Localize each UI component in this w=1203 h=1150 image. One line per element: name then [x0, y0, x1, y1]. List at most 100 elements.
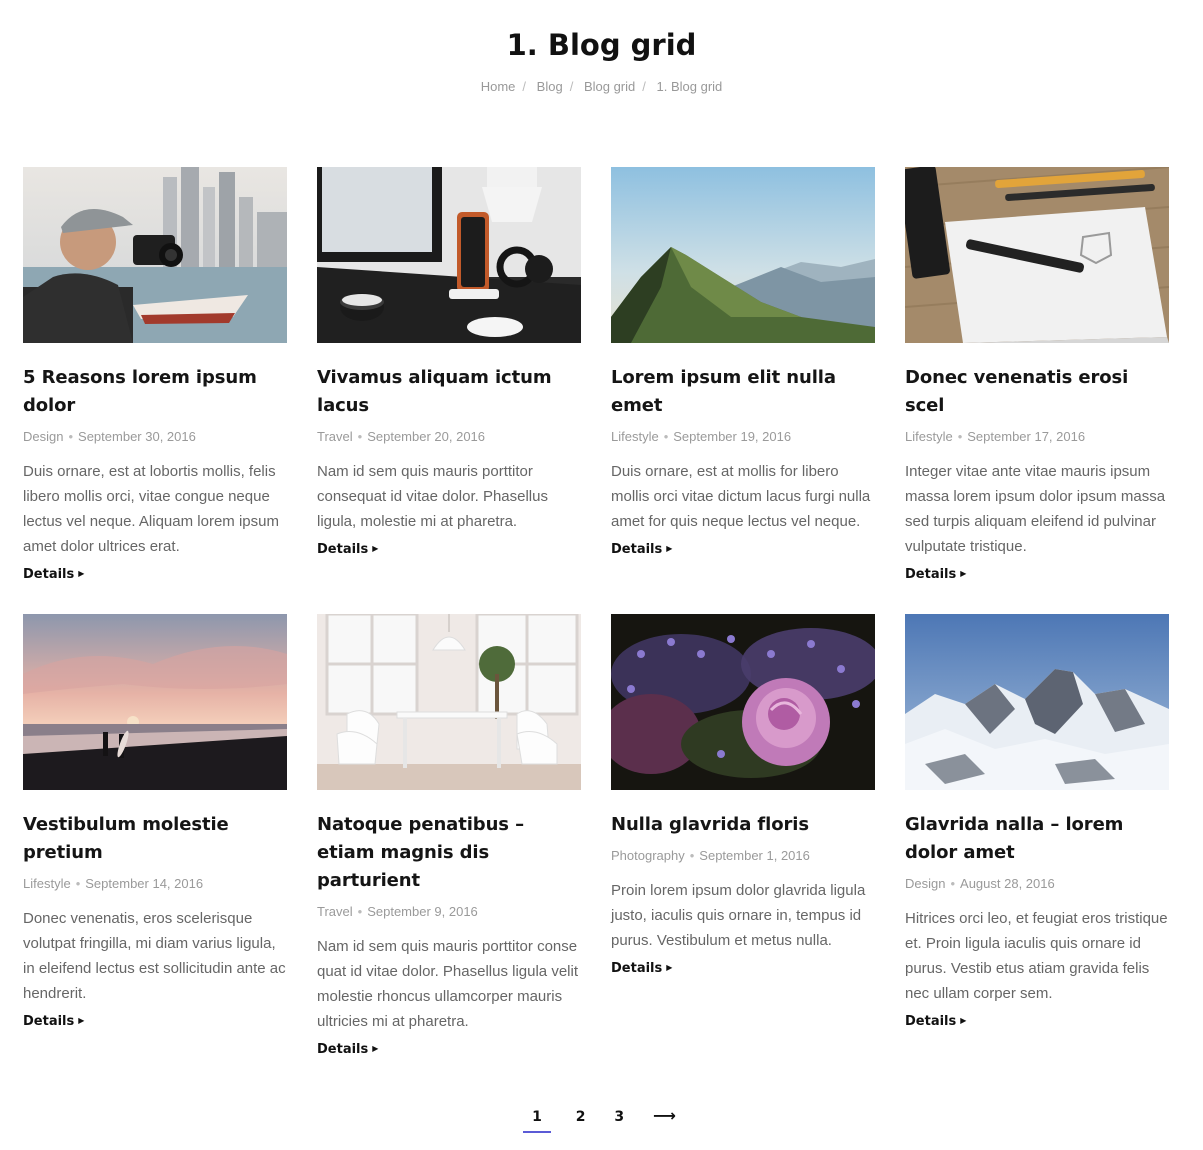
post-image[interactable]: [611, 614, 875, 790]
post-meta: Design • September 30, 2016: [23, 428, 287, 446]
post-category[interactable]: Lifestyle: [905, 429, 953, 444]
caret-right-icon: ▶: [960, 569, 967, 578]
post-card: 5 Reasons lorem ipsum dolor Design • Septe…: [23, 167, 287, 584]
post-date: September 17, 2016: [967, 429, 1086, 444]
post-category[interactable]: Design: [23, 429, 63, 444]
details-link[interactable]: Details ▶: [317, 540, 378, 559]
post-excerpt: Hitrices orci leo, et feugiat eros trist…: [905, 910, 1168, 1002]
post-date: August 28, 2016: [960, 876, 1055, 891]
meta-dot: •: [357, 904, 363, 919]
post-image[interactable]: [611, 167, 875, 343]
caret-right-icon: ▶: [372, 544, 379, 553]
post-card: Natoque penatibus – etiam magnis dis par…: [317, 614, 581, 1059]
details-link[interactable]: Details ▶: [611, 540, 672, 559]
post-date: September 1, 2016: [699, 848, 810, 863]
post-meta: Photography • September 1, 2016: [611, 847, 875, 865]
meta-dot: •: [68, 429, 74, 444]
post-excerpt: Integer vitae ante vitae mauris ipsum ma…: [905, 463, 1166, 555]
blog-grid: 5 Reasons lorem ipsum dolor Design • Septe…: [23, 167, 1169, 1059]
post-title[interactable]: Donec venenatis erosi scel: [905, 364, 1169, 420]
post-card: Donec venenatis erosi scel Lifestyle • Sep…: [905, 167, 1169, 584]
breadcrumb: Home / Blog / Blog grid / 1. Blog grid: [0, 78, 1203, 96]
post-image[interactable]: [23, 167, 287, 343]
post-title[interactable]: Lorem ipsum elit nulla emet: [611, 364, 875, 420]
caret-right-icon: ▶: [960, 1016, 967, 1025]
post-category[interactable]: Lifestyle: [611, 429, 659, 444]
page-link-2[interactable]: 2: [572, 1107, 590, 1133]
next-page-arrow-icon[interactable]: ⟶: [649, 1104, 680, 1133]
post-excerpt: Duis ornare, est at mollis for libero mo…: [611, 463, 871, 530]
page-header: 1. Blog grid Home / Blog / Blog grid / 1. B…: [0, 0, 1203, 96]
post-meta: Design • August 28, 2016: [905, 875, 1169, 893]
post-excerpt: Donec venenatis, eros scelerisque volutp…: [23, 910, 286, 1002]
details-link[interactable]: Details ▶: [23, 1012, 84, 1031]
post-image[interactable]: [905, 167, 1169, 343]
meta-dot: •: [663, 429, 669, 444]
post-card: Lorem ipsum elit nulla emet Lifestyle • Se…: [611, 167, 875, 584]
post-category[interactable]: Design: [905, 876, 945, 891]
details-label: Details: [317, 1042, 369, 1057]
post-image[interactable]: [317, 614, 581, 790]
post-meta: Travel • September 20, 2016: [317, 428, 581, 446]
details-link[interactable]: Details ▶: [905, 1012, 966, 1031]
post-excerpt: Nam id sem quis mauris porttitor consequ…: [317, 463, 548, 530]
post-title[interactable]: Nulla glavrida floris: [611, 811, 875, 839]
breadcrumb-separator: /: [642, 79, 646, 94]
breadcrumb-current: 1. Blog grid: [656, 79, 723, 94]
post-image[interactable]: [23, 614, 287, 790]
caret-right-icon: ▶: [372, 1044, 379, 1053]
post-category[interactable]: Travel: [317, 904, 353, 919]
pagination: 1 2 3 ⟶: [0, 1104, 1203, 1133]
meta-dot: •: [950, 876, 956, 891]
post-title[interactable]: Glavrida nalla – lorem dolor amet: [905, 811, 1169, 867]
post-card: Glavrida nalla – lorem dolor amet Design…: [905, 614, 1169, 1059]
details-label: Details: [611, 542, 663, 557]
details-label: Details: [905, 1014, 957, 1029]
page-link-3[interactable]: 3: [610, 1107, 628, 1133]
post-title[interactable]: Natoque penatibus – etiam magnis dis par…: [317, 811, 581, 895]
post-image[interactable]: [317, 167, 581, 343]
post-category[interactable]: Photography: [611, 848, 685, 863]
caret-right-icon: ▶: [666, 963, 673, 972]
caret-right-icon: ▶: [78, 569, 85, 578]
post-meta: Travel • September 9, 2016: [317, 903, 581, 921]
details-link[interactable]: Details ▶: [23, 565, 84, 584]
meta-dot: •: [957, 429, 963, 444]
breadcrumb-home[interactable]: Home: [481, 79, 516, 94]
post-date: September 30, 2016: [78, 429, 196, 444]
details-label: Details: [611, 961, 663, 976]
details-link[interactable]: Details ▶: [905, 565, 966, 584]
post-card: Vestibulum molestie pretium Lifestyle • Se…: [23, 614, 287, 1059]
breadcrumb-separator: /: [569, 79, 574, 94]
post-meta: Lifestyle • September 19, 2016: [611, 428, 875, 446]
caret-right-icon: ▶: [78, 1016, 85, 1025]
post-card: Nulla glavrida floris Photography • Septem…: [611, 614, 875, 1059]
breadcrumb-separator: /: [522, 79, 527, 94]
meta-dot: •: [75, 876, 81, 891]
details-link[interactable]: Details ▶: [611, 959, 672, 978]
post-date: September 19, 2016: [673, 429, 792, 444]
breadcrumb-blog[interactable]: Blog: [537, 79, 563, 94]
meta-dot: •: [357, 429, 363, 444]
details-label: Details: [317, 542, 369, 557]
meta-dot: •: [689, 848, 695, 863]
post-category[interactable]: Travel: [317, 429, 353, 444]
post-title[interactable]: 5 Reasons lorem ipsum dolor: [23, 364, 287, 420]
post-meta: Lifestyle • September 17, 2016: [905, 428, 1169, 446]
post-excerpt: Nam id sem quis mauris porttitor conse q…: [317, 938, 578, 1030]
post-card: Vivamus aliquam ictum lacus Travel • Septe…: [317, 167, 581, 584]
page-link-1[interactable]: 1: [523, 1107, 551, 1133]
post-excerpt: Proin lorem ipsum dolor glavrida ligula …: [611, 882, 866, 949]
post-title[interactable]: Vestibulum molestie pretium: [23, 811, 287, 867]
page-title: 1. Blog grid: [506, 28, 697, 62]
post-title[interactable]: Vivamus aliquam ictum lacus: [317, 364, 581, 420]
details-label: Details: [23, 1014, 75, 1029]
caret-right-icon: ▶: [666, 544, 673, 553]
details-link[interactable]: Details ▶: [317, 1040, 378, 1059]
post-category[interactable]: Lifestyle: [23, 876, 71, 891]
post-image[interactable]: [905, 614, 1169, 790]
post-date: September 20, 2016: [367, 429, 486, 444]
post-date: September 9, 2016: [367, 904, 478, 919]
breadcrumb-blog-grid[interactable]: Blog grid: [584, 79, 635, 94]
details-label: Details: [905, 567, 957, 582]
